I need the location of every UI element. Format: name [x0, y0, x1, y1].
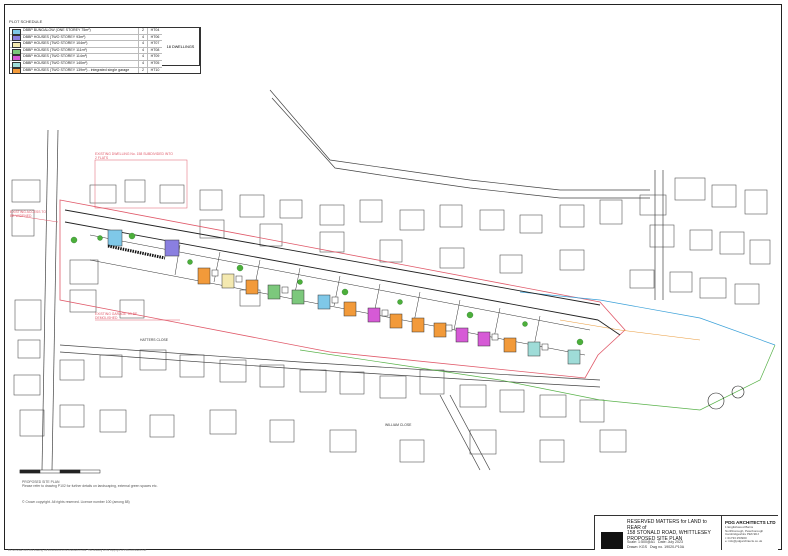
- schedule-row: DBBP BUNGALOW (ONE STOREY 75m²) 2 HT04: [10, 28, 162, 35]
- schedule-label: DBBP HOUSES (TWO STOREY 104m²): [23, 41, 88, 46]
- schedule-label: DBBP HOUSES (TWO STOREY 140m²): [23, 60, 88, 65]
- swatch: [12, 55, 21, 62]
- firm-logo: [601, 532, 623, 549]
- drawn-text: Drawn: KGS: [627, 544, 647, 549]
- total-dwellings: 18 DWELLINGS: [162, 27, 200, 66]
- existing-garage-note: EXISTING GARAGE TO BE DEMOLISHED: [95, 312, 138, 321]
- swatch: [12, 35, 21, 42]
- schedule-row: DBBP HOUSES (TWO STOREY 104m²) 4 HT07: [10, 41, 162, 48]
- schedule-label: DBBP HOUSES (TWO STOREY 139m²) - integra…: [23, 67, 130, 72]
- blue-route: [519, 291, 776, 346]
- site-plan: [11, 89, 776, 474]
- schedule-type: HT04: [147, 28, 162, 34]
- schedule-label: DBBP HOUSES (TWO STOREY 114m²): [23, 54, 88, 59]
- schedule-title: PLOT SCHEDULE: [9, 19, 43, 24]
- schedule-type: HT07: [147, 41, 162, 47]
- swatch: [12, 61, 21, 68]
- schedule-row: DBBP HOUSES (TWO STOREY 140m²) 4 HT05: [10, 60, 162, 68]
- scale-bar: [19, 469, 101, 474]
- plan-note: Please refer to drawing P102 for further…: [22, 484, 158, 488]
- drawing-number: Dwg no. 19020-P10A: [649, 544, 685, 549]
- trees: [70, 232, 584, 346]
- schedule-count: 2: [138, 28, 147, 34]
- schedule-type: HT06: [147, 34, 162, 41]
- schedule-count: 4: [138, 34, 147, 41]
- tree-outlines: [707, 385, 745, 410]
- schedule-type: HT09: [147, 54, 162, 60]
- swatch: [12, 28, 21, 35]
- road-label-william: WILLIAM CLOSE: [385, 423, 412, 427]
- schedule-count: 4: [138, 47, 147, 54]
- scale-text: Scale: 1:500@A1: [627, 540, 656, 544]
- orange-route: [559, 319, 701, 341]
- firm-address: 1 Englishwood Barns Northborough, Peterb…: [725, 525, 763, 544]
- swatch: [12, 48, 21, 55]
- schedule-type: HT08: [147, 47, 162, 54]
- date-text: Date: July 2023: [658, 540, 684, 544]
- schedule-type: HT05: [147, 60, 162, 67]
- schedule-row: DBBP HOUSES (TWO STOREY 114m²) 4 HT09: [10, 54, 162, 62]
- title-block: RESERVED MATTERS for LAND to REAR of 158…: [594, 515, 778, 550]
- footer-note: Do not scale from this drawing. All dime…: [8, 549, 147, 552]
- existing-building-note: EXISTING DWELLING No. 158 SUBDIVIDED INT…: [95, 152, 173, 161]
- schedule-type: HT10: [147, 67, 162, 74]
- schedule-count: 2: [138, 67, 147, 74]
- schedule-count: 4: [138, 54, 147, 60]
- schedule-row: DBBP HOUSES (TWO STOREY 139m²) - integra…: [10, 67, 162, 75]
- schedule-label: DBBP BUNGALOW (ONE STOREY 75m²): [23, 28, 91, 32]
- schedule-label: DBBP HOUSES (TWO STOREY 111m²): [23, 47, 87, 52]
- road-label-hatters: HATTERS CLOSE: [140, 338, 169, 342]
- address-line: e: info@pdgarchitects.co.uk: [725, 539, 763, 544]
- schedule-row: DBBP HOUSES (TWO STOREY 93m²) 4 HT06: [10, 34, 162, 42]
- schedule-count: 4: [138, 41, 147, 47]
- schedule-label: DBBP HOUSES (TWO STOREY 93m²): [23, 34, 86, 39]
- drawing-meta: Scale: 1:500@A1 Date: July 2023 Drawn: K…: [627, 540, 717, 549]
- swatch: [12, 68, 21, 75]
- schedule-row: DBBP HOUSES (TWO STOREY 111m²) 4 HT08: [10, 47, 162, 55]
- schedule-count: 4: [138, 60, 147, 67]
- access-note: EXISTING ACCESS TO BE WIDENED: [10, 210, 47, 219]
- swatch: [12, 41, 21, 48]
- divider: [721, 516, 722, 550]
- context-roads: [41, 89, 664, 471]
- copyright-note: © Crown copyright. All rights reserved. …: [22, 500, 130, 504]
